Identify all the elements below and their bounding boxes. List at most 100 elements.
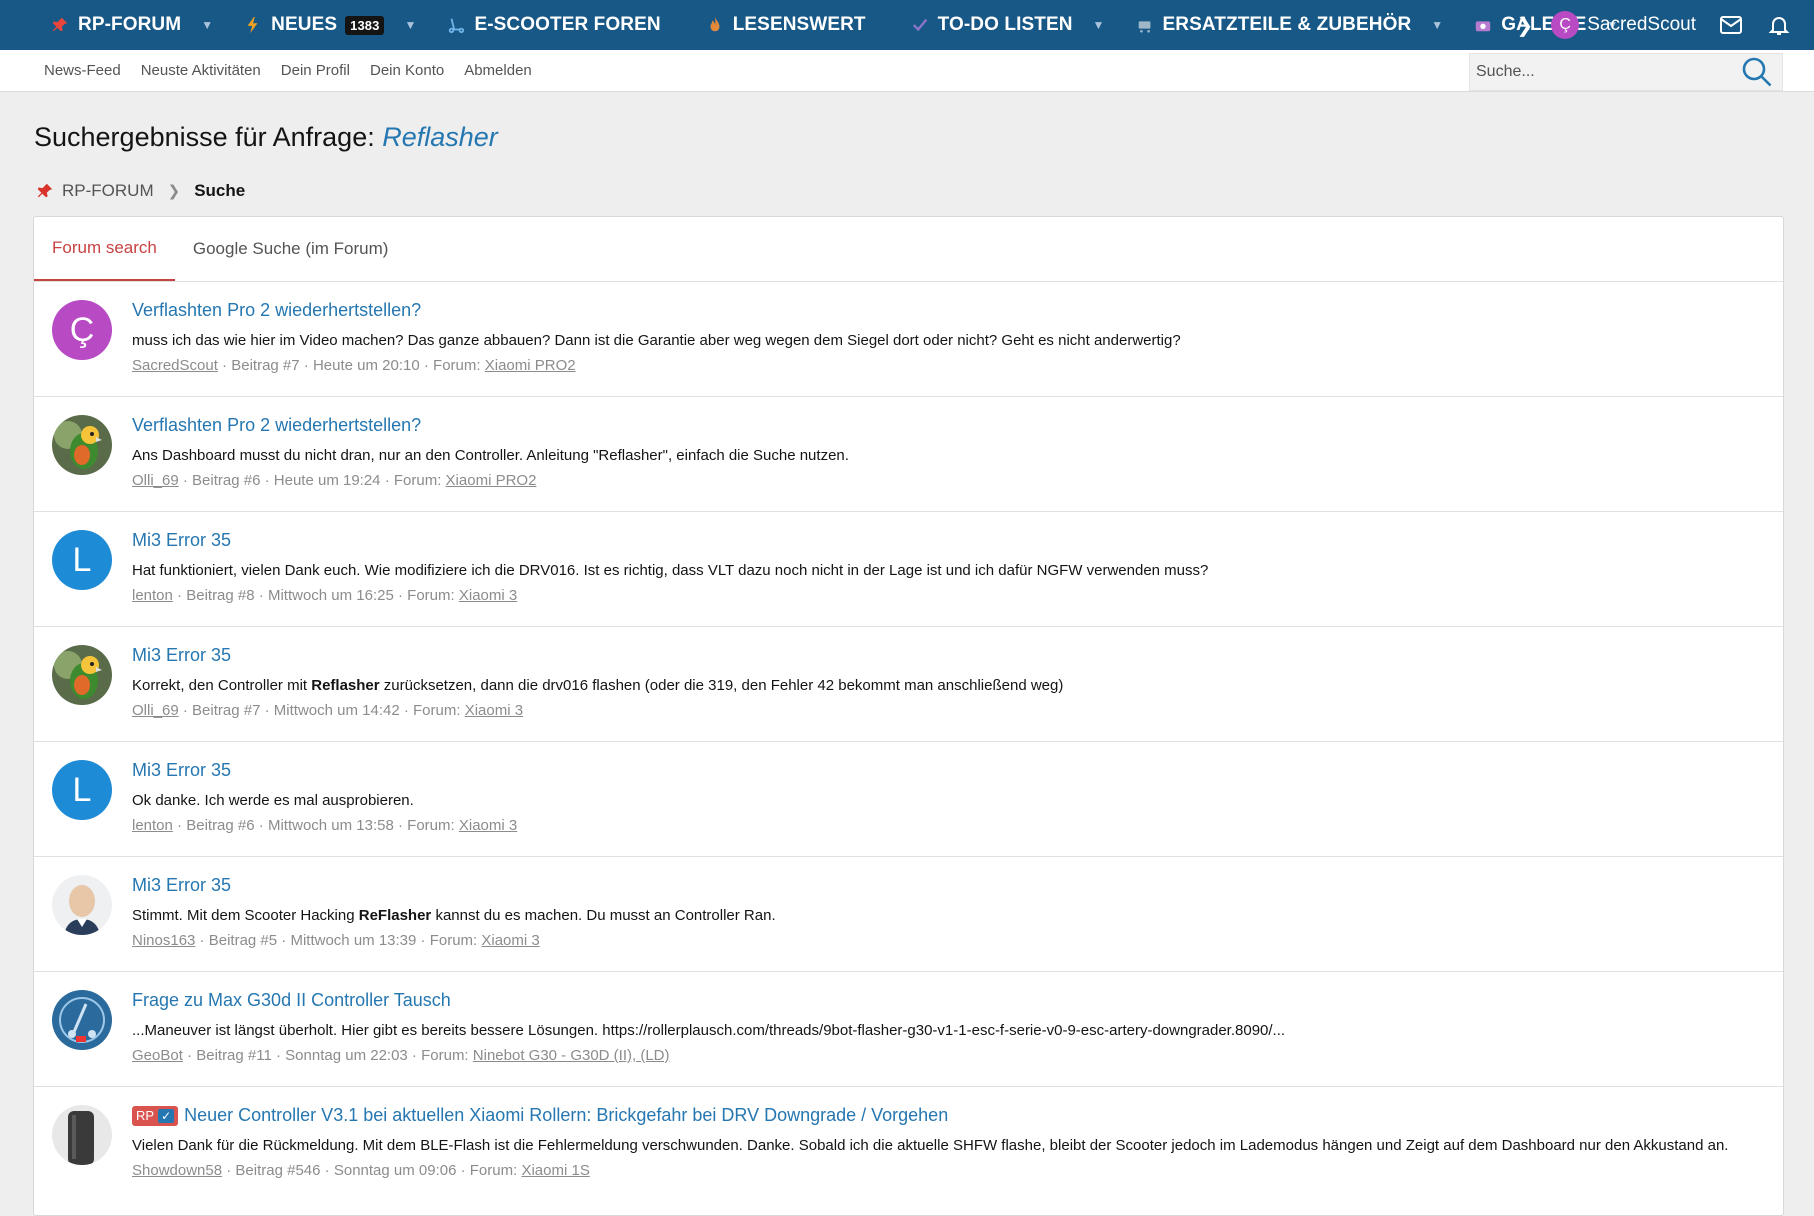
user-avatar[interactable] (52, 875, 112, 935)
user-avatar[interactable]: Ç (52, 300, 112, 360)
forum-link[interactable]: Xiaomi PRO2 (485, 357, 576, 374)
result-snippet: muss ich das wie hier im Video machen? D… (132, 330, 1763, 352)
search-query: Reflasher (382, 122, 498, 152)
chevron-down-icon[interactable]: ▼ (1431, 18, 1443, 32)
search-input[interactable] (1470, 54, 1740, 90)
result-body: Verflashten Pro 2 wiederhertstellen? Ans … (132, 415, 1763, 489)
subnav-link[interactable]: Dein Konto (370, 62, 444, 79)
author-link[interactable]: SacredScout (132, 357, 218, 374)
subnav-link[interactable]: Abmelden (464, 62, 532, 79)
result-title-link[interactable]: Mi3 Error 35 (132, 645, 231, 666)
subnav-link[interactable]: Dein Profil (281, 62, 350, 79)
lightning-icon (243, 15, 263, 35)
result-body: Frage zu Max G30d II Controller Tausch..… (132, 990, 1763, 1064)
result-snippet: Stimmt. Mit dem Scooter Hacking ReFlashe… (132, 905, 1763, 927)
user-avatar[interactable]: L (52, 530, 112, 590)
forum-link[interactable]: Xiaomi 3 (459, 817, 517, 834)
result-item: Verflashten Pro 2 wiederhertstellen? Ans … (34, 397, 1783, 512)
author-link[interactable]: Ninos163 (132, 932, 195, 949)
nav-item-e-scooter-foren[interactable]: E-SCOOTER FOREN (446, 0, 661, 50)
user-menu[interactable]: Ç SacredScout (1551, 11, 1696, 39)
author-link[interactable]: lenton (132, 587, 173, 604)
user-avatar: Ç (1551, 11, 1580, 39)
result-title-link[interactable]: Mi3 Error 35 (132, 530, 231, 551)
nav-item-rp-forum[interactable]: RP-FORUM ▼ (50, 0, 213, 50)
title-prefix: Suchergebnisse für Anfrage: (34, 122, 375, 152)
tab-google-search[interactable]: Google Suche (im Forum) (175, 217, 407, 281)
author-link[interactable]: GeoBot (132, 1047, 183, 1064)
user-avatar[interactable] (52, 990, 112, 1050)
result-body: Mi3 Error 35 Ok danke. Ich werde es mal a… (132, 760, 1763, 834)
pin-icon (50, 15, 70, 35)
thread-prefix[interactable]: RP ✓ (132, 1105, 179, 1126)
tab-forum-search[interactable]: Forum search (34, 217, 175, 281)
search-icon[interactable] (1740, 55, 1774, 89)
result-snippet: ...Maneuver ist längst überholt. Hier gi… (132, 1020, 1763, 1042)
subnav-link[interactable]: Neuste Aktivitäten (141, 62, 261, 79)
result-meta: Ninos163 · Beitrag #5 · Mittwoch um 13:3… (132, 932, 540, 949)
post-number: Beitrag #546 (235, 1162, 321, 1179)
author-link[interactable]: Olli_69 (132, 702, 179, 719)
result-title-link[interactable]: Verflashten Pro 2 wiederhertstellen? (132, 300, 421, 321)
cart-icon (1135, 15, 1155, 35)
flame-icon (705, 15, 725, 35)
result-snippet: Ans Dashboard musst du nicht dran, nur a… (132, 445, 1763, 467)
account-links: News-Feed Neuste Aktivitäten Dein Profil De… (0, 62, 552, 79)
chevron-down-icon[interactable]: ▼ (201, 18, 213, 32)
nav-item-ersatzteile-zubehör[interactable]: ERSATZTEILE & ZUBEHÖR ▼ (1135, 0, 1444, 50)
nav-item-label: RP-FORUM (78, 14, 182, 35)
nav-more-chevron-icon[interactable]: ❯ (1516, 13, 1533, 38)
post-time: Sonntag um 22:03 (285, 1047, 408, 1064)
inbox-icon[interactable] (1718, 12, 1744, 38)
post-number: Beitrag #7 (231, 357, 300, 374)
result-body: Mi3 Error 35 Korrekt, den Controller mit … (132, 645, 1763, 719)
result-title-link[interactable]: Frage zu Max G30d II Controller Tausch (132, 990, 451, 1011)
author-link[interactable]: Showdown58 (132, 1162, 222, 1179)
post-time: Mittwoch um 13:39 (290, 932, 417, 949)
result-body: RP ✓ Neuer Controller V3.1 bei aktuellen X… (132, 1105, 1763, 1179)
result-item: Mi3 Error 35 Stimmt. Mit dem Scooter Hack… (34, 857, 1783, 972)
forum-link[interactable]: Ninebot G30 - G30D (II), (LD) (473, 1047, 670, 1064)
result-title-link[interactable]: Mi3 Error 35 (132, 875, 231, 896)
nav-item-to-do-listen[interactable]: TO-DO LISTEN ▼ (910, 0, 1105, 50)
prefix-label: RP (136, 1108, 155, 1123)
forum-link[interactable]: Xiaomi PRO2 (446, 472, 537, 489)
author-link[interactable]: Olli_69 (132, 472, 179, 489)
result-item: L Mi3 Error 35 Hat funktioniert, vielen Da… (34, 512, 1783, 627)
result-title-link[interactable]: Verflashten Pro 2 wiederhertstellen? (132, 415, 421, 436)
checkmark-icon (910, 15, 930, 35)
forum-link[interactable]: Xiaomi 3 (465, 702, 523, 719)
forum-link[interactable]: Xiaomi 3 (459, 587, 517, 604)
post-number: Beitrag #8 (186, 587, 255, 604)
result-snippet: Korrekt, den Controller mit Reflasher zu… (132, 675, 1763, 697)
result-meta: GeoBot · Beitrag #11 · Sonntag um 22:03 … (132, 1047, 670, 1064)
author-link[interactable]: lenton (132, 817, 173, 834)
result-title-link[interactable]: Mi3 Error 35 (132, 760, 231, 781)
result-title-link[interactable]: Neuer Controller V3.1 bei aktuellen Xiao… (184, 1105, 948, 1126)
result-title-row: RP ✓ Neuer Controller V3.1 bei aktuellen X… (132, 1105, 1763, 1126)
result-item: Ç Verflashten Pro 2 wiederhertstellen? mus… (34, 282, 1783, 397)
result-meta: lenton · Beitrag #6 · Mittwoch um 13:58 … (132, 817, 518, 834)
chevron-down-icon[interactable]: ▼ (1093, 18, 1105, 32)
forum-link[interactable]: Xiaomi 3 (481, 932, 539, 949)
user-avatar[interactable] (52, 415, 112, 475)
post-time: Mittwoch um 14:42 (273, 702, 400, 719)
bell-icon[interactable] (1766, 12, 1792, 38)
nav-item-label: NEUES (271, 14, 338, 35)
result-snippet: Ok danke. Ich werde es mal ausprobieren. (132, 790, 1763, 812)
chevron-down-icon[interactable]: ▼ (404, 18, 416, 32)
nav-item-neues[interactable]: NEUES 1383 ▼ (243, 0, 416, 50)
breadcrumb-home[interactable]: RP-FORUM (62, 181, 154, 201)
nav-item-lesenswert[interactable]: LESENSWERT (705, 0, 866, 50)
snippet-text: kannst du es machen. Du musst an Control… (431, 907, 776, 924)
snippet-highlight: Reflasher (311, 677, 380, 694)
result-snippet: Hat funktioniert, vielen Dank euch. Wie … (132, 560, 1763, 582)
user-avatar[interactable] (52, 645, 112, 705)
forum-link[interactable]: Xiaomi 1S (521, 1162, 589, 1179)
result-item: Mi3 Error 35 Korrekt, den Controller mit … (34, 627, 1783, 742)
result-body: Verflashten Pro 2 wiederhertstellen? muss… (132, 300, 1763, 374)
user-avatar[interactable]: L (52, 760, 112, 820)
subnav-link[interactable]: News-Feed (44, 62, 121, 79)
result-title-row: Frage zu Max G30d II Controller Tausch (132, 990, 1763, 1011)
user-avatar[interactable] (52, 1105, 112, 1165)
